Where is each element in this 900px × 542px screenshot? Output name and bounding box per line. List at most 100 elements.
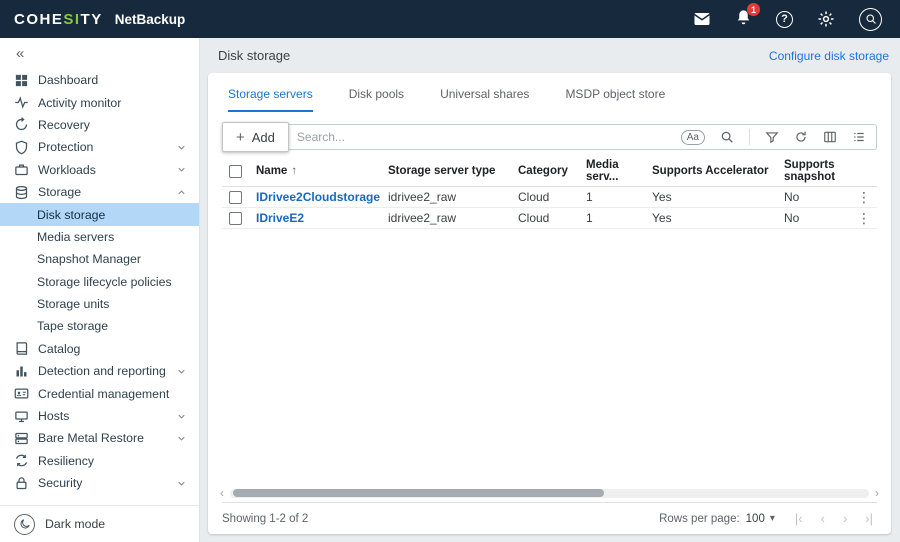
sidebar-item-label: Media servers	[37, 230, 187, 244]
row-checkbox[interactable]	[229, 212, 242, 225]
tab-storage-servers[interactable]: Storage servers	[228, 87, 313, 112]
first-page-icon[interactable]: |‹	[795, 511, 803, 526]
cohesity-logo[interactable]: COHESITY	[14, 11, 103, 28]
previous-page-icon[interactable]: ‹	[821, 511, 825, 526]
last-page-icon[interactable]: ›|	[865, 511, 873, 526]
lock-icon	[14, 476, 29, 491]
sidebar-item-detection-and-reporting[interactable]: Detection and reporting	[0, 360, 199, 382]
table-toolbar: + Add Aa	[222, 124, 877, 150]
cell-media-servers: 1	[586, 190, 652, 204]
chevron-down-icon	[176, 433, 187, 444]
sidebar-item-storage[interactable]: Storage	[0, 181, 199, 203]
sidebar-item-label: Activity monitor	[38, 96, 187, 110]
table-footer: Showing 1-2 of 2 Rows per page: 100 ▾ |‹…	[222, 502, 877, 534]
help-icon[interactable]: ?	[776, 11, 793, 28]
sidebar-item-bare-metal-restore[interactable]: Bare Metal Restore	[0, 427, 199, 449]
showing-count: Showing 1-2 of 2	[222, 513, 308, 525]
sidebar-item-credential-management[interactable]: Credential management	[0, 382, 199, 404]
sidebar-item-label: Credential management	[38, 387, 187, 401]
filter-icon[interactable]	[765, 130, 779, 144]
row-settings-icon[interactable]	[852, 130, 866, 144]
cell-category: Cloud	[518, 211, 586, 225]
scrollbar-track[interactable]	[230, 489, 869, 498]
configure-disk-storage-link[interactable]: Configure disk storage	[769, 49, 889, 63]
chevron-up-icon	[176, 187, 187, 198]
sidebar-item-security[interactable]: Security	[0, 472, 199, 494]
sidebar-item-storage-lifecycle-policies[interactable]: Storage lifecycle policies	[0, 271, 199, 293]
notification-badge: 1	[747, 3, 760, 16]
gear-icon[interactable]	[817, 10, 835, 28]
column-header-category[interactable]: Category	[518, 165, 586, 177]
dark-mode-toggle[interactable]: Dark mode	[0, 505, 199, 542]
storage-server-name-link[interactable]: IDriveE2	[256, 211, 388, 225]
tab-msdp-object-store[interactable]: MSDP object store	[565, 87, 665, 112]
sidebar-item-resiliency[interactable]: Resiliency	[0, 450, 199, 472]
chevron-down-icon: ▾	[770, 513, 775, 524]
product-name: NetBackup	[115, 12, 186, 27]
scroll-left-icon[interactable]: ‹	[216, 487, 228, 499]
column-header-media-servers[interactable]: Media serv...	[586, 159, 652, 183]
next-page-icon[interactable]: ›	[843, 511, 847, 526]
sidebar-item-media-servers[interactable]: Media servers	[0, 226, 199, 248]
column-header-name[interactable]: Name↑	[256, 165, 388, 177]
activity-monitor-icon	[14, 95, 29, 110]
tab-universal-shares[interactable]: Universal shares	[440, 87, 529, 112]
rows-per-page-select[interactable]: 100 ▾	[746, 513, 775, 525]
sidebar-item-label: Detection and reporting	[38, 364, 167, 378]
select-all-checkbox[interactable]	[229, 165, 242, 178]
topbar-actions: 1 ?	[693, 8, 882, 31]
dashboard-icon	[14, 73, 29, 88]
sidebar-item-label: Snapshot Manager	[37, 252, 187, 266]
scrollbar-thumb[interactable]	[233, 489, 604, 497]
columns-icon[interactable]	[823, 130, 837, 144]
sidebar-item-recovery[interactable]: Recovery	[0, 114, 199, 136]
logo-text-green: SI	[63, 11, 80, 28]
add-button-label: Add	[252, 130, 275, 145]
sidebar-item-disk-storage[interactable]: Disk storage	[0, 203, 199, 225]
sidebar-nav: Dashboard Activity monitor Recovery Prot…	[0, 65, 199, 505]
sidebar-item-tape-storage[interactable]: Tape storage	[0, 315, 199, 337]
global-search-button[interactable]	[859, 8, 882, 31]
sidebar-item-label: Catalog	[38, 342, 187, 356]
sidebar-item-catalog[interactable]: Catalog	[0, 338, 199, 360]
storage-server-name-link[interactable]: IDrivee2Cloudstorage	[256, 190, 388, 204]
search-icon[interactable]	[720, 130, 734, 144]
sidebar-item-workloads[interactable]: Workloads	[0, 159, 199, 181]
sidebar-item-snapshot-manager[interactable]: Snapshot Manager	[0, 248, 199, 270]
column-header-storage-server-type[interactable]: Storage server type	[388, 165, 518, 177]
chevron-down-icon	[176, 411, 187, 422]
refresh-icon[interactable]	[794, 130, 808, 144]
match-case-icon[interactable]: Aa	[681, 130, 705, 145]
sidebar-item-storage-units[interactable]: Storage units	[0, 293, 199, 315]
sidebar-item-protection[interactable]: Protection	[0, 136, 199, 158]
sidebar-item-label: Resiliency	[38, 454, 187, 468]
tab-disk-pools[interactable]: Disk pools	[349, 87, 404, 112]
chevron-down-icon	[176, 142, 187, 153]
app-shell: « Dashboard Activity monitor Recovery Pr…	[0, 38, 900, 542]
logo-text: COHE	[14, 11, 63, 28]
row-checkbox[interactable]	[229, 191, 242, 204]
cell-supports-accelerator: Yes	[652, 190, 784, 204]
main-content: Disk storage Configure disk storage Stor…	[200, 38, 900, 542]
page-header: Disk storage Configure disk storage	[208, 44, 891, 73]
column-header-supports-snapshot[interactable]: Supports snapshot	[784, 159, 851, 183]
sidebar-item-label: Recovery	[38, 118, 187, 132]
sidebar-collapse-button[interactable]: «	[0, 38, 199, 65]
sidebar: « Dashboard Activity monitor Recovery Pr…	[0, 38, 200, 542]
sidebar-item-hosts[interactable]: Hosts	[0, 405, 199, 427]
rows-per-page: Rows per page: 100 ▾	[659, 513, 775, 525]
search-input[interactable]	[297, 130, 671, 144]
sidebar-item-label: Dashboard	[38, 73, 187, 87]
column-header-supports-accelerator[interactable]: Supports Accelerator	[652, 165, 784, 177]
messages-icon[interactable]	[693, 10, 711, 28]
sidebar-item-activity-monitor[interactable]: Activity monitor	[0, 91, 199, 113]
search-icon	[865, 13, 877, 25]
row-actions-kebab-icon[interactable]: ⋮	[851, 189, 877, 206]
scroll-right-icon[interactable]: ›	[871, 487, 883, 499]
notifications-button[interactable]: 1	[735, 9, 752, 29]
sidebar-item-dashboard[interactable]: Dashboard	[0, 69, 199, 91]
row-actions-kebab-icon[interactable]: ⋮	[851, 210, 877, 227]
briefcase-icon	[14, 162, 29, 177]
cell-supports-accelerator: Yes	[652, 211, 784, 225]
add-button[interactable]: + Add	[222, 122, 289, 152]
